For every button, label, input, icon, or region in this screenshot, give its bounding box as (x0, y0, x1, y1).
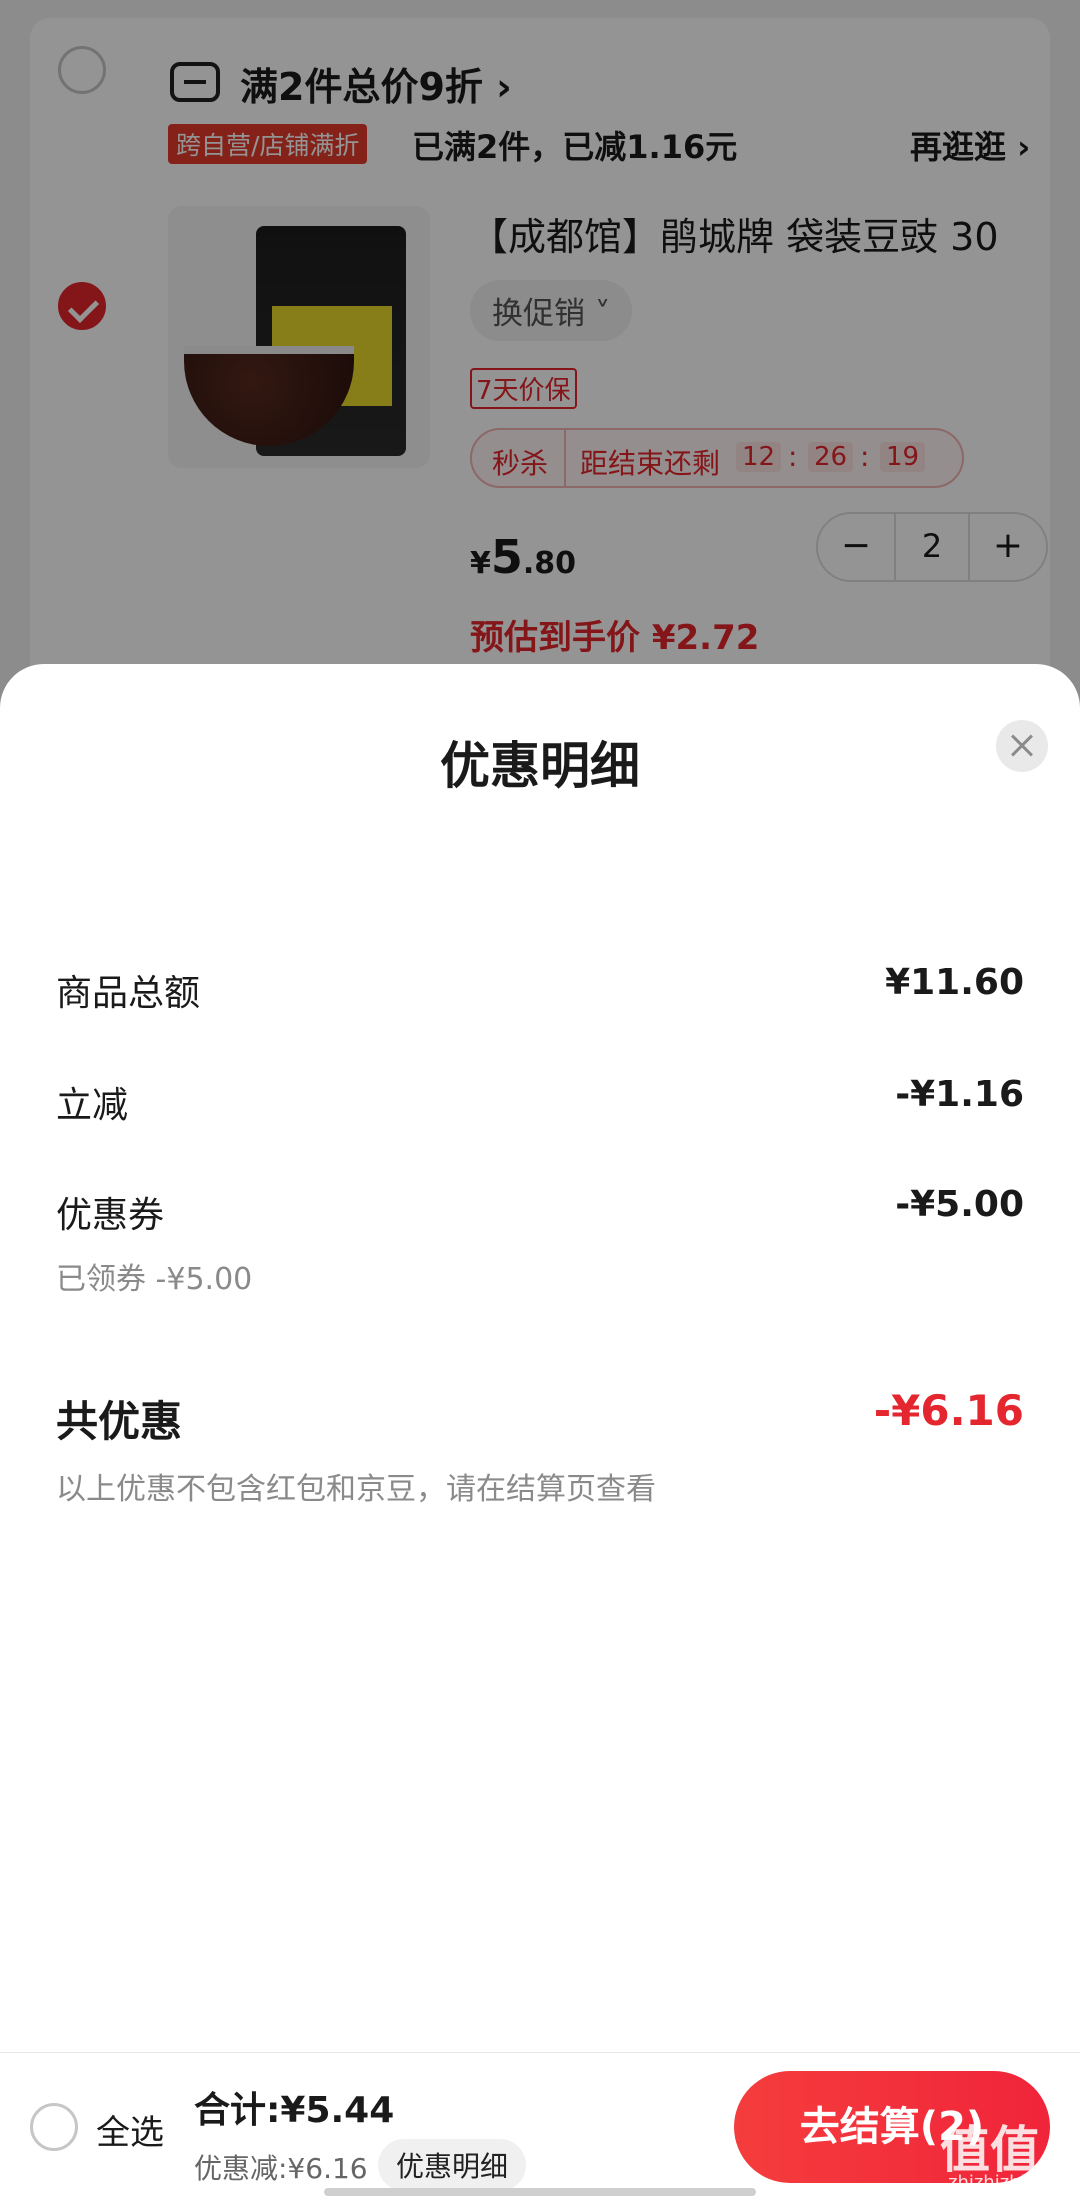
close-icon[interactable] (996, 720, 1048, 772)
total-discount-value: -¥6.16 (873, 1386, 1024, 1435)
coupon-value: -¥5.00 (895, 1184, 1024, 1225)
instant-discount-value: -¥1.16 (895, 1074, 1024, 1115)
discount-detail-button[interactable]: 优惠明细 (378, 2139, 527, 2191)
discount-detail-sheet: 优惠明细 商品总额 ¥11.60 立减 -¥1.16 优惠券 -¥5.00 已领… (0, 664, 1080, 2052)
home-indicator[interactable] (324, 2188, 756, 2196)
coupon-label: 优惠券 (56, 1195, 165, 1236)
instant-discount-label: 立减 (56, 1085, 129, 1126)
goods-total-value: ¥11.60 (885, 962, 1024, 1003)
select-all-label[interactable]: 全选 (96, 2105, 164, 2154)
watermark-url: zhizhizhi.com (948, 2172, 1070, 2193)
select-all-checkbox[interactable] (30, 2103, 78, 2151)
cart-total: 合计:¥5.44 (194, 2090, 395, 2131)
goods-total-label: 商品总额 (56, 973, 201, 1014)
checkout-bar: 全选 合计:¥5.44 优惠减:¥6.16 优惠明细 去结算(2) (0, 2052, 1080, 2200)
sheet-title: 优惠明细 (440, 737, 640, 795)
discount-summary: 优惠减:¥6.16 (194, 2152, 368, 2185)
total-discount-label: 共优惠 (56, 1397, 183, 1446)
total-discount-note: 以上优惠不包含红包和京豆，请在结算页查看 (56, 1472, 656, 1507)
coupon-note: 已领券 -¥5.00 (56, 1262, 253, 1297)
